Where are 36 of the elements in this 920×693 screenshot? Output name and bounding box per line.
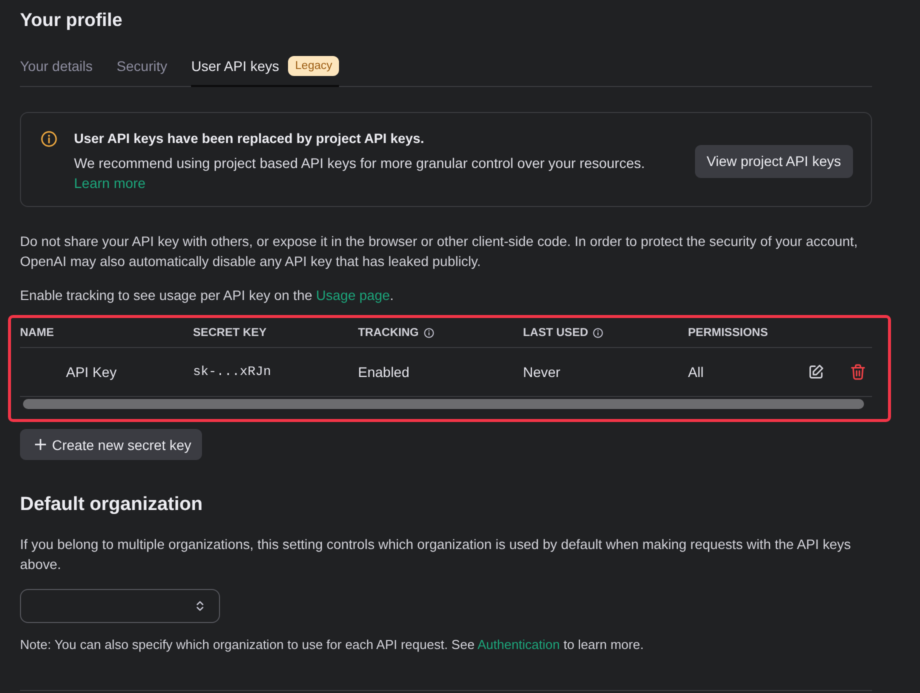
pencil-square-icon bbox=[808, 364, 824, 380]
tab[interactable]: User API keys Legacy bbox=[191, 54, 340, 87]
authentication-link[interactable]: Authentication bbox=[477, 637, 560, 652]
column-header: NAME bbox=[20, 326, 54, 341]
tab[interactable]: Your details bbox=[20, 54, 93, 87]
tab[interactable]: Security bbox=[116, 54, 168, 87]
notice-text: We recommend using project based API keys for more granular control over your resources. Learn more bbox=[74, 154, 646, 193]
table-cell-text: Enabled bbox=[358, 363, 410, 382]
tab-badge: Legacy bbox=[288, 56, 340, 76]
table-cell-text: API Key bbox=[66, 363, 117, 382]
column-header: LAST USED bbox=[523, 326, 588, 341]
notice-title: User API keys have been replaced by project API keys. bbox=[74, 130, 426, 148]
organization-note-text: Note: You can also specify which organization to use for each API request. See Authentication to learn more. bbox=[20, 636, 645, 654]
info-icon bbox=[41, 131, 57, 147]
organization-description-text: If you belong to multiple organizations, this setting controls which organization is used by default when making requests with the API keys above. bbox=[20, 536, 852, 574]
organization-select[interactable] bbox=[20, 589, 220, 623]
trash-icon bbox=[851, 364, 865, 380]
table-cell-text: Never bbox=[523, 363, 560, 382]
chevron-up-down-icon bbox=[196, 600, 204, 612]
usage-page-link[interactable]: Usage page bbox=[316, 288, 390, 303]
security-warning-text: Do not share your API key with others, or expose it in the browser or other client-side code. In order to protect the security of your account, OpenAI may also automatically disable any API key that has leaked publicly. bbox=[20, 233, 859, 271]
section-heading: Default organization bbox=[20, 493, 204, 517]
delete-button[interactable] bbox=[851, 364, 865, 380]
column-header: SECRET KEY bbox=[193, 326, 266, 341]
plus-icon bbox=[35, 439, 46, 450]
create-secret-key-button[interactable]: Create new secret key bbox=[20, 429, 202, 460]
page-title: Your profile bbox=[20, 8, 124, 32]
edit-button[interactable] bbox=[808, 364, 824, 380]
table-cell-text: All bbox=[688, 363, 704, 382]
column-header: TRACKING bbox=[358, 326, 419, 341]
scrollbar-thumb[interactable] bbox=[23, 399, 864, 409]
column-header: PERMISSIONS bbox=[688, 326, 768, 341]
table-cell-text: sk-...xRJn bbox=[193, 363, 272, 381]
view-project-keys-button[interactable]: View project API keys bbox=[694, 144, 853, 178]
tracking-hint-text: Enable tracking to see usage per API key on the Usage page. bbox=[20, 287, 395, 305]
learn-more-link[interactable]: Learn more bbox=[74, 175, 146, 191]
